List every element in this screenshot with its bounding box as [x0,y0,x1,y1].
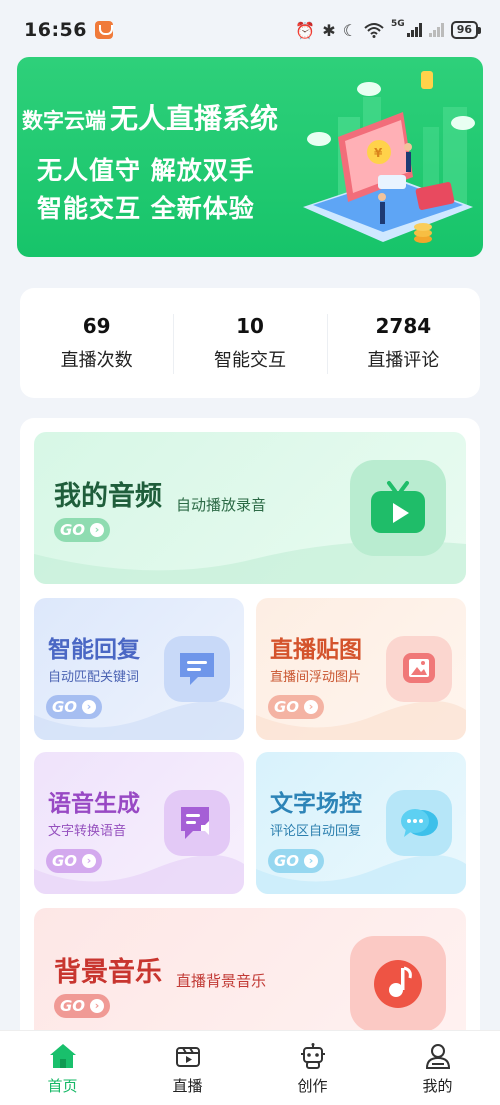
voice-icon-tile [164,790,230,856]
stat-label: 智能交互 [213,350,286,371]
alarm-icon: ⏰ [295,20,316,40]
nav-label: 创作 [297,1077,328,1095]
go-button[interactable]: GO › [46,695,102,719]
go-button[interactable]: GO › [268,849,324,873]
stat-live-comments[interactable]: 2784 直播评论 [326,314,480,374]
signal-icon [406,23,422,37]
chat-icon-tile [164,636,230,702]
robot-icon [298,1041,328,1071]
stat-smart-interaction[interactable]: 10 智能交互 [173,314,326,374]
music-icon-tile [350,936,446,1032]
card-title: 文字场控 [270,791,362,817]
nav-live[interactable]: 直播 [125,1031,250,1105]
home-icon [48,1041,78,1071]
status-time: 16:56 [24,19,87,41]
go-button[interactable]: GO › [54,518,110,542]
tv-icon-tile [350,460,446,556]
card-title: 智能回复 [48,637,140,663]
tv-play-icon [371,481,425,533]
stat-value: 2784 [375,314,432,338]
card-subtitle: 评论区自动回复 [270,824,362,839]
nav-home[interactable]: 首页 [0,1031,125,1105]
bluetooth-icon: ✱ [322,20,336,40]
banner-slogan-1: 无人值守 解放双手 [37,156,255,185]
stat-label: 直播次数 [60,350,133,371]
bottom-navigation: 首页 直播 创作 我的 [0,1030,500,1105]
picture-icon [403,653,435,683]
stat-label: 直播评论 [367,350,440,371]
feature-panel: 我的音频 自动播放录音 GO › 智能回复 自动匹配关键词 GO › 直播贴图 … [20,418,480,1058]
banner-slogan-2: 智能交互 全新体验 [37,194,255,223]
go-label: GO [60,521,86,539]
music-note-icon [374,960,422,1008]
go-label: GO [52,852,78,870]
go-label: GO [52,698,78,716]
chevron-right-icon: › [82,854,96,868]
banner-brand: 数字云端 [22,109,106,133]
image-icon-tile [386,636,452,702]
live-stream-illustration: ¥ [303,71,475,243]
video-icon [173,1041,203,1071]
nav-create[interactable]: 创作 [250,1031,375,1105]
svg-text:¥: ¥ [374,146,383,160]
card-subtitle: 自动播放录音 [176,496,267,514]
promo-banner[interactable]: 数字云端 无人直播系统 无人值守 解放双手 智能交互 全新体验 ¥ [17,57,483,257]
go-button[interactable]: GO › [46,849,102,873]
chevron-right-icon: › [90,999,104,1013]
stat-live-count[interactable]: 69 直播次数 [20,314,173,372]
wifi-icon [364,23,384,38]
banner-system-name: 无人直播系统 [110,102,279,135]
card-subtitle: 直播背景音乐 [176,972,267,990]
chevron-right-icon: › [304,854,318,868]
nav-profile[interactable]: 我的 [375,1031,500,1105]
card-title: 语音生成 [48,791,140,817]
chat-bubbles-icon-tile [386,790,452,856]
card-title: 我的音频 [54,481,162,512]
moon-icon: ☾ [342,20,358,40]
comment-bubbles-icon [401,809,438,837]
card-title: 直播贴图 [270,637,362,663]
network-type: 5G [391,19,405,29]
chevron-right-icon: › [90,523,104,537]
go-button[interactable]: GO › [54,994,110,1018]
battery-indicator: 96 [450,21,482,39]
voice-generation-card[interactable]: 语音生成 文字转换语音 GO › [34,752,244,894]
stat-value: 10 [236,314,264,338]
message-icon [180,653,214,685]
text-control-card[interactable]: 文字场控 评论区自动回复 GO › [256,752,466,894]
card-subtitle: 直播间浮动图片 [270,670,362,685]
stat-value: 69 [82,314,111,338]
nav-label: 我的 [422,1077,453,1095]
user-icon [423,1041,453,1071]
chevron-right-icon: › [82,700,96,714]
signal-secondary-icon [428,23,444,37]
live-sticker-card[interactable]: 直播贴图 直播间浮动图片 GO › [256,598,466,740]
card-subtitle: 文字转换语音 [48,824,127,839]
app-notification-icon [94,21,113,39]
card-subtitle: 自动匹配关键词 [48,670,140,685]
go-label: GO [274,852,300,870]
text-to-speech-icon [181,807,209,839]
go-label: GO [274,698,300,716]
card-title: 背景音乐 [54,957,162,988]
chevron-right-icon: › [304,700,318,714]
smart-reply-card[interactable]: 智能回复 自动匹配关键词 GO › [34,598,244,740]
stats-card: 69 直播次数 10 智能交互 2784 直播评论 [20,288,480,398]
banner-headline: 数字云端 无人直播系统 [22,97,278,137]
status-bar: 16:56 ⏰ ✱ ☾ 5G 96 [0,0,500,60]
nav-label: 直播 [172,1077,203,1095]
my-audio-card[interactable]: 我的音频 自动播放录音 GO › [34,432,466,584]
nav-label: 首页 [47,1077,78,1095]
go-label: GO [60,997,86,1015]
go-button[interactable]: GO › [268,695,324,719]
